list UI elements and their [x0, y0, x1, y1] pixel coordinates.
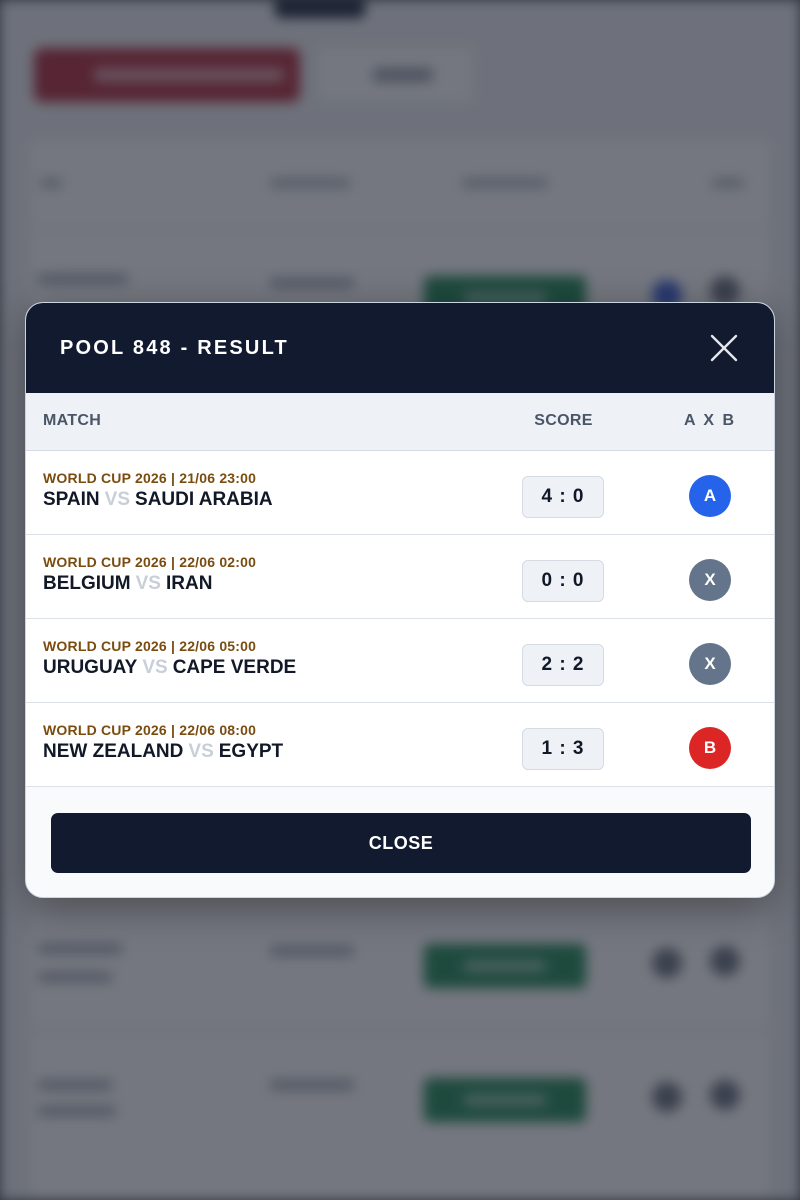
vs-label: VS	[135, 573, 161, 594]
home-team: SPAIN	[43, 489, 100, 510]
away-team: CAPE VERDE	[172, 657, 297, 678]
column-header-score: SCORE	[534, 412, 593, 429]
home-team: NEW ZEALAND	[43, 741, 184, 762]
result-badge: A	[689, 475, 731, 517]
match-teams: BELGIUM VS IRAN	[43, 573, 212, 595]
match-row: WORLD CUP 2026 | 21/06 23:00 SPAIN VS SAUD…	[26, 451, 774, 535]
match-meta: WORLD CUP 2026 | 21/06 23:00	[43, 470, 257, 486]
home-team: BELGIUM	[43, 573, 131, 594]
vs-label: VS	[104, 489, 131, 510]
result-badge: X	[689, 559, 731, 601]
score-box: 4 : 0	[522, 476, 604, 518]
results-table-body: WORLD CUP 2026 | 21/06 23:00 SPAIN VS SAUD…	[26, 451, 774, 787]
results-table-header: MATCH SCORE A X B	[26, 393, 774, 451]
home-team: URUGUAY	[43, 657, 138, 678]
away-team: IRAN	[165, 573, 213, 594]
result-badge: X	[689, 643, 731, 685]
match-row: WORLD CUP 2026 | 22/06 08:00 NEW ZEALAND…	[26, 703, 774, 787]
vs-label: VS	[188, 741, 214, 762]
modal-footer: CLOSE	[26, 789, 774, 897]
score-box: 0 : 0	[522, 560, 604, 602]
match-row: WORLD CUP 2026 | 22/06 05:00 URUGUAY VS CA…	[26, 619, 774, 703]
match-teams: URUGUAY VS CAPE VERDE	[43, 657, 296, 679]
match-row: WORLD CUP 2026 | 22/06 02:00 BELGIUM VS IR…	[26, 535, 774, 619]
column-header-axb: A X B	[683, 412, 737, 429]
score-box: 2 : 2	[522, 644, 604, 686]
away-team: SAUDI ARABIA	[135, 489, 273, 510]
match-meta: WORLD CUP 2026 | 22/06 02:00	[43, 554, 257, 570]
match-teams: NEW ZEALAND VS EGYPT	[43, 741, 283, 763]
score-box: 1 : 3	[522, 728, 604, 770]
match-meta: WORLD CUP 2026 | 22/06 08:00	[43, 722, 257, 738]
close-button[interactable]: CLOSE	[51, 813, 751, 873]
pool-result-modal: POOL 848 - RESULT MATCH SCORE A X B WORL…	[25, 302, 775, 898]
match-meta: WORLD CUP 2026 | 22/06 05:00	[43, 638, 257, 654]
vs-label: VS	[142, 657, 168, 678]
modal-header: POOL 848 - RESULT	[26, 303, 774, 393]
away-team: EGYPT	[218, 741, 284, 762]
column-header-match: MATCH	[43, 412, 102, 429]
close-x-icon	[710, 334, 738, 362]
match-teams: SPAIN VS SAUDI ARABIA	[43, 489, 273, 511]
result-badge: B	[689, 727, 731, 769]
close-icon[interactable]	[708, 332, 740, 364]
modal-title: POOL 848 - RESULT	[60, 336, 289, 359]
